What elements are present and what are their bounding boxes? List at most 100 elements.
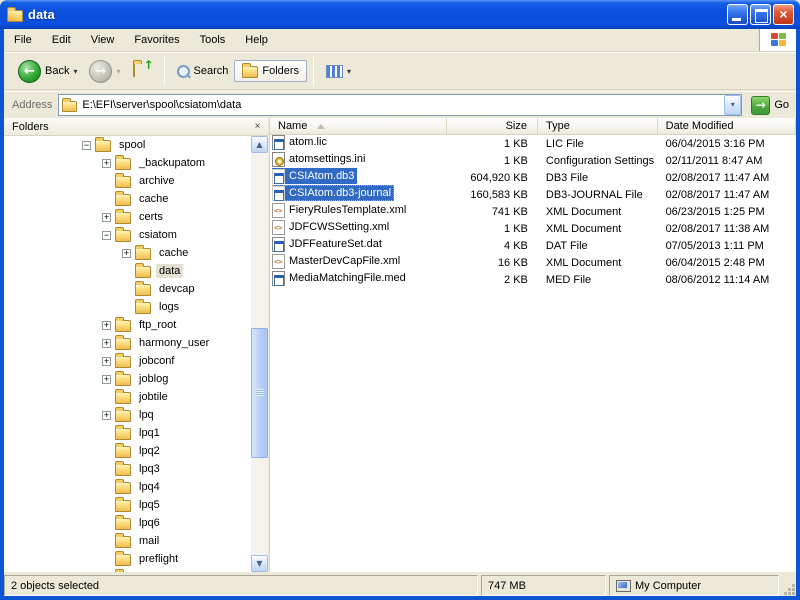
tree-item-archive[interactable]: −archive [4, 172, 251, 190]
scrollbar-thumb[interactable] [251, 328, 268, 458]
minimize-button[interactable] [727, 4, 748, 25]
tree-item-preflight[interactable]: −preflight [4, 550, 251, 568]
standard-toolbar: ← Back ▾ → ▾ ↑ Search Folders ▾ [4, 52, 796, 90]
back-button[interactable]: ← Back ▾ [12, 57, 83, 86]
file-name-wrap[interactable]: atom.lic [272, 134, 330, 150]
menu-edit[interactable]: Edit [42, 29, 81, 51]
tree-item-devcap[interactable]: −devcap [4, 280, 251, 298]
expand-plus-icon[interactable]: + [102, 357, 111, 366]
address-path[interactable]: E:\EFI\server\spool\csiatom\data [82, 99, 724, 111]
column-header-date-modified[interactable]: Date Modified [658, 118, 796, 134]
expand-plus-icon[interactable]: + [102, 321, 111, 330]
tree-item-jobtile[interactable]: −jobtile [4, 388, 251, 406]
column-header-type[interactable]: Type [538, 118, 658, 134]
up-icon: ↑ [133, 64, 152, 78]
file-row[interactable]: JDFCWSSetting.xml1 KBXML Document02/08/2… [270, 220, 796, 237]
folders-button[interactable]: Folders [234, 60, 307, 82]
file-size: 741 KB [447, 206, 538, 218]
forward-dropdown-icon[interactable]: ▾ [116, 67, 120, 76]
file-name: CSIAtom.db3 [289, 170, 354, 182]
file-name-wrap[interactable]: JDFCWSSetting.xml [272, 219, 392, 235]
file-name-cell: atom.lic [270, 134, 447, 153]
tree-item-spool[interactable]: −spool [4, 136, 251, 154]
expand-plus-icon[interactable]: + [102, 411, 111, 420]
expand-plus-icon[interactable]: + [102, 375, 111, 384]
column-headers: Name Size Type Date Modified [270, 118, 796, 135]
generic-file-icon [272, 237, 285, 252]
expand-plus-icon[interactable]: + [102, 339, 111, 348]
tree-item-lpq4[interactable]: −lpq4 [4, 478, 251, 496]
file-name-wrap[interactable]: atomsettings.ini [272, 151, 368, 167]
menu-view[interactable]: View [81, 29, 125, 51]
file-row[interactable]: JDFFeatureSet.dat4 KBDAT File07/05/2013 … [270, 237, 796, 254]
file-row[interactable]: CSIAtom.db3-journal160,583 KBDB3-JOURNAL… [270, 186, 796, 203]
tree-item-joblog[interactable]: +joblog [4, 370, 251, 388]
address-bar: Address E:\EFI\server\spool\csiatom\data… [4, 91, 796, 118]
tree-scrollbar[interactable]: ▲ ▼ [251, 136, 268, 572]
tree-item-jobconf[interactable]: +jobconf [4, 352, 251, 370]
tree-item-logs[interactable]: −logs [4, 298, 251, 316]
folders-pane-close-icon[interactable]: × [250, 120, 265, 134]
maximize-button[interactable] [750, 4, 771, 25]
tree-item-lpq3[interactable]: −lpq3 [4, 460, 251, 478]
expand-plus-icon[interactable]: + [122, 249, 131, 258]
back-dropdown-icon[interactable]: ▾ [73, 67, 77, 76]
tree-item-mail[interactable]: −mail [4, 532, 251, 550]
tree-item-lpq2[interactable]: −lpq2 [4, 442, 251, 460]
file-name-cell: CSIAtom.db3 [270, 168, 447, 187]
tree-item-cache[interactable]: −cache [4, 190, 251, 208]
address-input[interactable]: E:\EFI\server\spool\csiatom\data ▾ [58, 94, 742, 116]
scroll-up-icon[interactable]: ▲ [251, 136, 268, 153]
collapse-minus-icon[interactable]: − [102, 231, 111, 240]
file-name-wrap[interactable]: CSIAtom.db3 [272, 168, 357, 184]
tree-item-_backupatom[interactable]: +_backupatom [4, 154, 251, 172]
tree-item-harmony_user[interactable]: +harmony_user [4, 334, 251, 352]
generic-file-icon [272, 135, 285, 150]
file-name-cell: MediaMatchingFile.med [270, 270, 447, 289]
column-header-name[interactable]: Name [270, 118, 447, 134]
views-button[interactable]: ▾ [320, 62, 357, 81]
file-row[interactable]: MasterDevCapFile.xml16 KBXML Document06/… [270, 254, 796, 271]
file-row[interactable]: FieryRulesTemplate.xml741 KBXML Document… [270, 203, 796, 220]
file-name-wrap[interactable]: MasterDevCapFile.xml [272, 253, 403, 269]
file-row[interactable]: CSIAtom.db3604,920 KBDB3 File02/08/2017 … [270, 169, 796, 186]
tree-item-lpq1[interactable]: −lpq1 [4, 424, 251, 442]
tree-item-lpq5[interactable]: −lpq5 [4, 496, 251, 514]
search-button[interactable]: Search [171, 62, 235, 81]
folders-pane-header: Folders × [4, 118, 268, 136]
expand-plus-icon[interactable]: + [102, 213, 111, 222]
menu-help[interactable]: Help [235, 29, 278, 51]
address-dropdown-icon[interactable]: ▾ [724, 95, 741, 115]
collapse-minus-icon[interactable]: − [82, 141, 91, 150]
close-button[interactable]: × [773, 4, 794, 25]
file-row[interactable]: atom.lic1 KBLIC File06/04/2015 3:16 PM [270, 135, 796, 152]
tree-item-cache[interactable]: +cache [4, 244, 251, 262]
menu-file[interactable]: File [4, 29, 42, 51]
tree-item-certs[interactable]: +certs [4, 208, 251, 226]
scroll-down-icon[interactable]: ▼ [251, 555, 268, 572]
file-row[interactable]: MediaMatchingFile.med2 KBMED File08/06/2… [270, 271, 796, 288]
menu-favorites[interactable]: Favorites [124, 29, 189, 51]
forward-button[interactable]: → ▾ [83, 57, 126, 86]
expand-plus-icon[interactable]: + [102, 159, 111, 168]
tree-item-lpq[interactable]: +lpq [4, 406, 251, 424]
tree-item-lpq6[interactable]: −lpq6 [4, 514, 251, 532]
column-header-size[interactable]: Size [447, 118, 538, 134]
file-size: 16 KB [447, 257, 538, 269]
file-name-wrap[interactable]: JDFFeatureSet.dat [272, 236, 385, 252]
file-row[interactable]: atomsettings.ini1 KBConfiguration Settin… [270, 152, 796, 169]
resize-grip[interactable] [782, 575, 796, 596]
explorer-window: data × FileEditViewFavoritesToolsHelp ← … [0, 0, 800, 600]
file-type: Configuration Settings [538, 155, 658, 167]
tree-item-data[interactable]: −data [4, 262, 251, 280]
file-name-wrap[interactable]: CSIAtom.db3-journal [272, 185, 394, 201]
file-name-wrap[interactable]: FieryRulesTemplate.xml [272, 202, 409, 218]
tree-item-ftp_root[interactable]: +ftp_root [4, 316, 251, 334]
tree-item-csiatom[interactable]: −csiatom [4, 226, 251, 244]
file-date-modified: 06/04/2015 2:48 PM [658, 257, 796, 269]
go-button[interactable]: → Go [748, 95, 792, 116]
menu-tools[interactable]: Tools [190, 29, 236, 51]
file-name-wrap[interactable]: MediaMatchingFile.med [272, 270, 409, 286]
views-dropdown-icon[interactable]: ▾ [347, 67, 351, 76]
up-button[interactable]: ↑ [127, 61, 158, 81]
